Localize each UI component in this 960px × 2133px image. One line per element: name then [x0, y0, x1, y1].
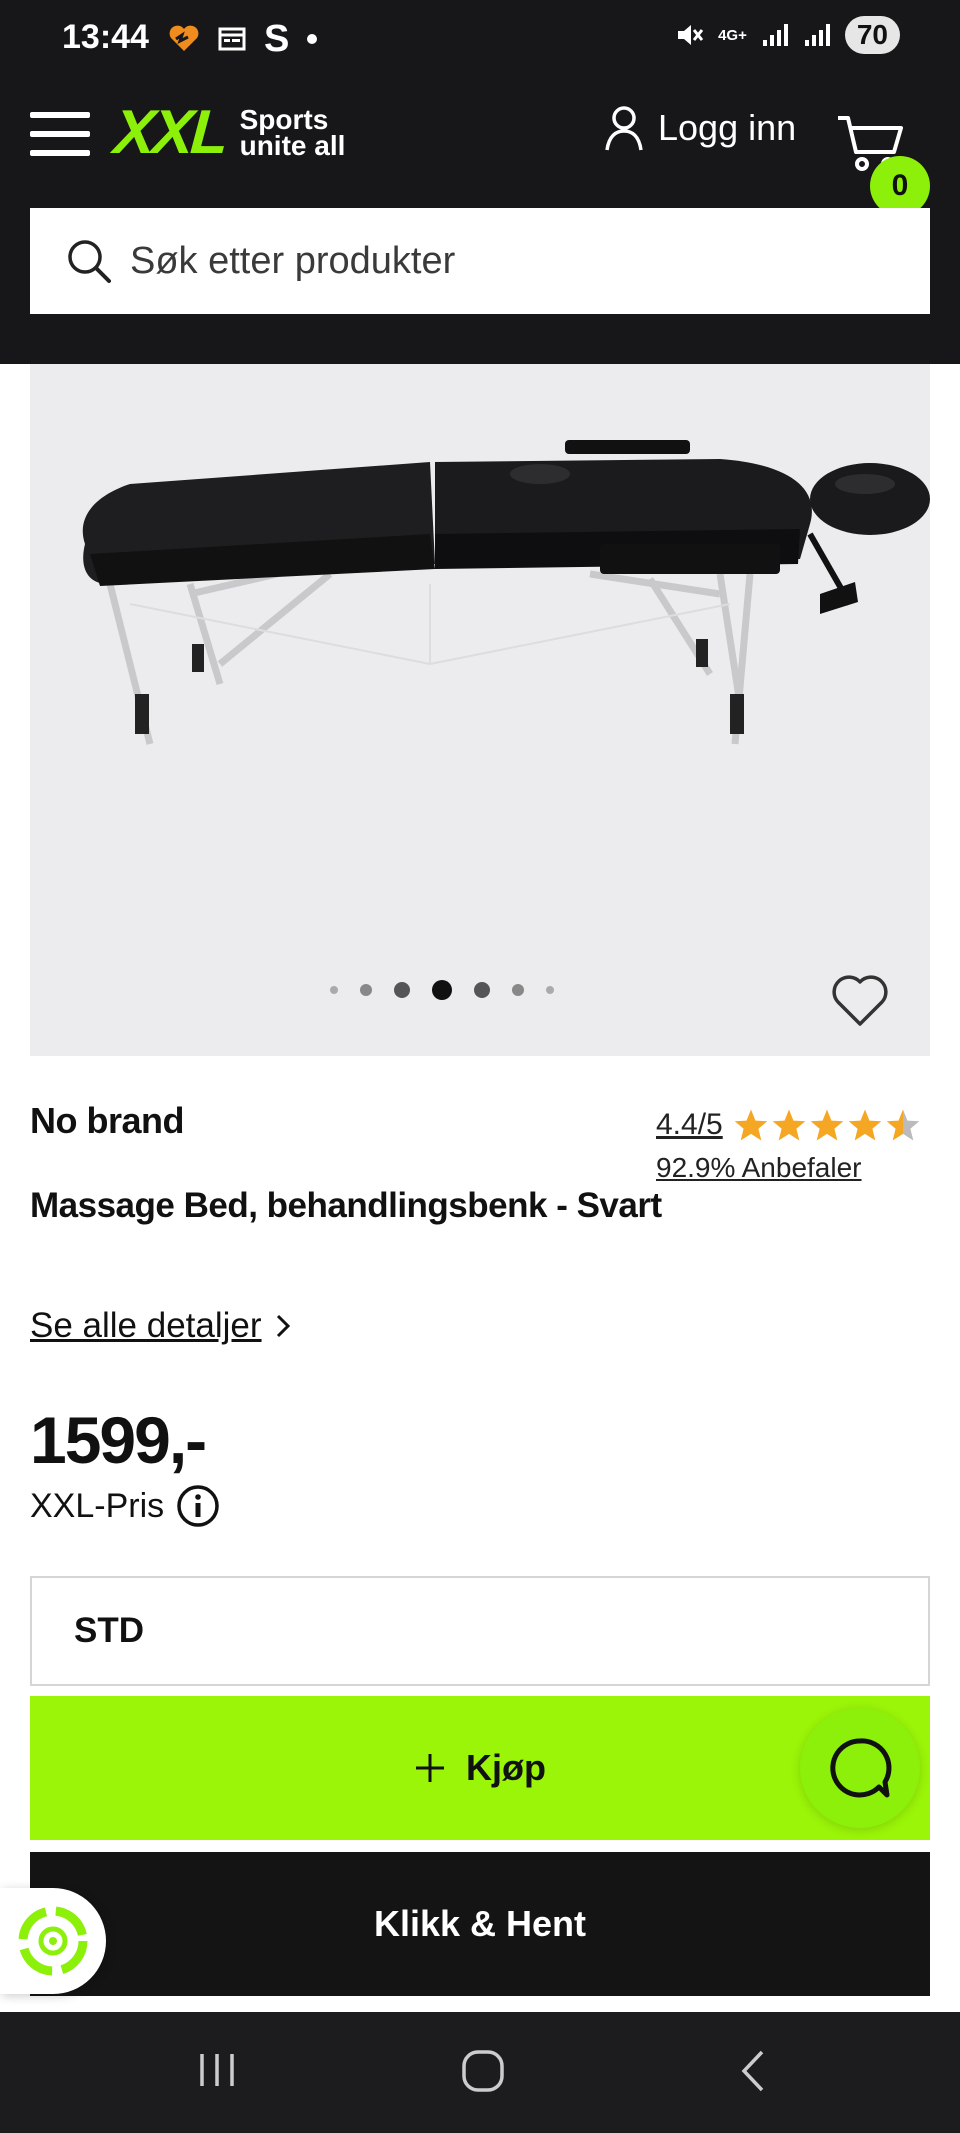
hamburger-menu-button[interactable]	[30, 112, 90, 156]
rating-score[interactable]: 4.4/5	[656, 1108, 723, 1142]
half-star-icon	[886, 1109, 919, 1141]
xxl-logo[interactable]: XXL Sports unite all	[111, 98, 346, 167]
price-label: XXL-Pris	[30, 1484, 220, 1528]
login-label: Logg inn	[658, 107, 797, 148]
rating-stars	[733, 1108, 921, 1142]
user-icon	[605, 106, 643, 151]
heart-app-icon	[169, 25, 199, 51]
plus-icon	[416, 1754, 444, 1782]
info-icon[interactable]	[176, 1484, 220, 1528]
recommend-rate[interactable]: 92.9% Anbefaler	[656, 1152, 862, 1184]
gallery-dot[interactable]	[394, 982, 410, 998]
gallery-dot[interactable]	[512, 984, 524, 996]
gallery-dot[interactable]	[546, 986, 554, 994]
product-rating[interactable]: 4.4/5	[656, 1108, 921, 1142]
gallery-dot[interactable]	[360, 984, 372, 996]
product-image-gallery[interactable]	[30, 364, 930, 1056]
chevron-right-icon	[276, 1314, 290, 1338]
login-button[interactable]: Logg inn	[604, 104, 796, 152]
massage-table-image	[82, 440, 930, 745]
gallery-dot-active[interactable]	[432, 980, 452, 1000]
star-icon	[848, 1109, 881, 1141]
see-all-details-link[interactable]: Se alle detaljer	[30, 1306, 292, 1346]
buy-button-label: Kjøp	[466, 1747, 546, 1788]
recycle-icon	[18, 1906, 88, 1976]
price-label-text: XXL-Pris	[30, 1486, 165, 1525]
logo-mark: XXL	[111, 98, 229, 167]
s-app-icon: S	[264, 18, 290, 60]
logo-tagline: Sports unite all	[239, 106, 346, 161]
battery-level: 70	[844, 16, 900, 54]
recent-apps-icon[interactable]	[196, 2048, 238, 2092]
signal-icon	[804, 24, 830, 46]
product-price: 1599,-	[30, 1403, 207, 1477]
favorite-heart-icon[interactable]	[830, 972, 890, 1028]
search-icon	[68, 240, 111, 283]
gallery-pagination	[30, 980, 892, 1000]
search-bar[interactable]	[30, 208, 930, 314]
buy-button[interactable]: Kjøp	[30, 1696, 930, 1840]
chat-button[interactable]	[800, 1708, 920, 1828]
logo-tagline-line2: unite all	[239, 130, 346, 161]
cart-count-badge: 0	[870, 156, 930, 216]
status-time: 13:44	[62, 18, 149, 56]
status-icons-left: S	[168, 18, 318, 60]
star-icon	[810, 1109, 843, 1141]
star-icon	[772, 1109, 805, 1141]
product-brand[interactable]: No brand	[30, 1100, 185, 1142]
product-title: Massage Bed, behandlingsbenk - Svart	[30, 1186, 662, 1225]
home-icon[interactable]	[460, 2048, 506, 2094]
chat-bubble-icon	[830, 1738, 892, 1798]
notification-dot-icon	[307, 34, 318, 44]
site-header: XXL Sports unite all Logg inn 0	[0, 72, 960, 364]
back-icon[interactable]	[736, 2048, 768, 2094]
gallery-dot[interactable]	[474, 982, 490, 998]
variant-value: STD	[74, 1611, 144, 1650]
network-type: 4G+	[718, 26, 747, 44]
sustainability-badge[interactable]	[0, 1888, 106, 1994]
status-bar: 13:44 S 4G+ 70	[0, 0, 960, 72]
search-input[interactable]	[130, 239, 910, 283]
gallery-dot[interactable]	[330, 986, 338, 994]
signal-icon	[762, 24, 788, 46]
details-link-label: Se alle detaljer	[30, 1306, 262, 1345]
collect-button-label: Klikk & Hent	[373, 1903, 587, 1944]
status-icons-right: 4G+ 70	[674, 16, 900, 54]
variant-selector[interactable]: STD	[30, 1576, 930, 1686]
click-and-collect-button[interactable]: Klikk & Hent	[30, 1852, 930, 1996]
android-nav-bar	[0, 2012, 960, 2133]
calendar-icon	[218, 27, 246, 51]
mute-icon	[678, 25, 704, 45]
star-icon	[734, 1109, 767, 1141]
